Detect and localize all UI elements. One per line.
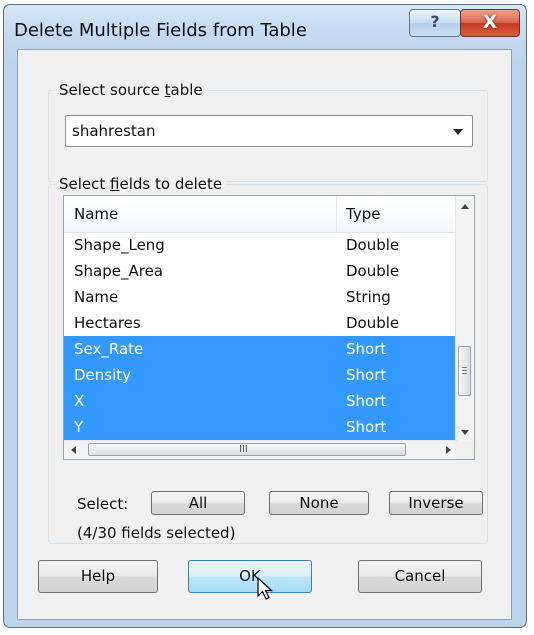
close-icon: X — [482, 11, 498, 33]
title-bar[interactable]: Delete Multiple Fields from Table ? X — [4, 5, 526, 53]
select-all-button[interactable]: All — [151, 491, 245, 515]
field-type: Double — [346, 314, 400, 332]
vertical-scrollbar[interactable] — [455, 196, 474, 442]
select-label: Select: — [77, 495, 129, 513]
field-type: Double — [346, 262, 400, 280]
cancel-button[interactable]: Cancel — [358, 560, 482, 593]
source-table-value: shahrestan — [72, 122, 156, 140]
horizontal-scroll-thumb[interactable]: III — [88, 443, 406, 456]
field-type: Double — [346, 236, 400, 254]
list-header: Name Type — [64, 196, 457, 233]
source-table-dropdown[interactable]: shahrestan — [65, 115, 473, 147]
column-header-type[interactable]: Type — [346, 205, 380, 223]
field-name: Sex_Rate — [74, 340, 144, 358]
field-name: Y — [74, 418, 84, 436]
fields-label: Select fields to delete — [55, 175, 227, 193]
list-item-selected[interactable]: Sex_Rate Short — [64, 336, 457, 362]
field-name: Density — [74, 366, 132, 384]
source-table-group: Select source table shahrestan — [48, 81, 488, 182]
list-item[interactable]: Shape_Area Double — [64, 258, 457, 284]
field-type: Short — [346, 392, 387, 410]
field-type: Short — [346, 366, 387, 384]
list-item[interactable]: Shape_Leng Double — [64, 232, 457, 258]
selection-count: (4/30 fields selected) — [77, 524, 236, 542]
scroll-down-icon[interactable] — [461, 430, 469, 435]
field-type: String — [346, 288, 391, 306]
list-item-selected[interactable]: X Short — [64, 388, 457, 414]
title-help-button[interactable]: ? — [409, 9, 461, 37]
list-item[interactable]: Name String — [64, 284, 457, 310]
source-table-label: Select source table — [55, 81, 207, 99]
scroll-right-icon[interactable] — [446, 446, 451, 454]
fields-list[interactable]: Name Type Shape_Leng Double Shape_Area D… — [63, 195, 475, 460]
field-name: Hectares — [74, 314, 141, 332]
select-none-button[interactable]: None — [269, 491, 369, 515]
dialog-window: Delete Multiple Fields from Table ? X Se… — [3, 4, 527, 628]
field-name: Name — [74, 288, 119, 306]
window-title: Delete Multiple Fields from Table — [14, 20, 307, 41]
field-name: Shape_Leng — [74, 236, 165, 254]
scroll-up-icon[interactable] — [461, 204, 469, 209]
fields-group: Select fields to delete Name Type Shape_… — [48, 175, 488, 544]
grip-icon: III — [239, 444, 248, 455]
title-close-button[interactable]: X — [460, 9, 520, 37]
select-inverse-button[interactable]: Inverse — [389, 491, 483, 515]
column-divider[interactable] — [336, 196, 337, 232]
list-item[interactable]: Hectares Double — [64, 310, 457, 336]
question-icon: ? — [430, 12, 440, 31]
grip-icon — [462, 367, 467, 368]
chevron-down-icon[interactable] — [453, 129, 463, 135]
list-item-selected[interactable]: Y Short — [64, 414, 457, 440]
horizontal-scrollbar[interactable]: III — [64, 440, 458, 459]
field-name: Shape_Area — [74, 262, 163, 280]
mouse-pointer-icon — [257, 577, 274, 600]
column-header-name[interactable]: Name — [74, 205, 118, 223]
scrollbar-corner — [456, 441, 474, 459]
vertical-scroll-thumb[interactable] — [458, 346, 471, 396]
dialog-body: Select source table shahrestan Select fi… — [17, 49, 512, 620]
list-item-selected[interactable]: Density Short — [64, 362, 457, 388]
help-button[interactable]: Help — [38, 560, 158, 593]
field-type: Short — [346, 340, 387, 358]
field-type: Short — [346, 418, 387, 436]
field-name: X — [74, 392, 85, 410]
ok-button[interactable]: OK — [188, 560, 312, 593]
scroll-left-icon[interactable] — [71, 446, 76, 454]
